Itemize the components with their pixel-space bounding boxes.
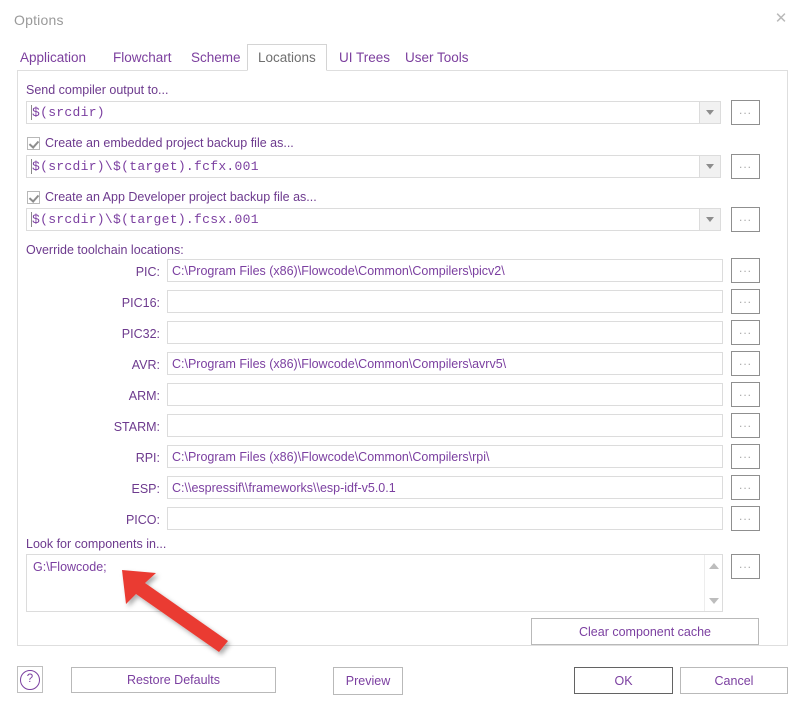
ok-button[interactable]: OK <box>574 667 673 694</box>
toolchain-label-pic32: PIC32: <box>60 327 160 341</box>
components-textarea-value[interactable]: G:\Flowcode; <box>27 555 705 611</box>
compiler-output-browse-button[interactable]: ... <box>731 100 760 125</box>
toolchain-input-rpi[interactable]: C:\Program Files (x86)\Flowcode\Common\C… <box>167 445 723 468</box>
appdev-backup-checkbox[interactable]: Create an App Developer project backup f… <box>27 190 317 204</box>
toolchain-browse-pico[interactable]: ... <box>731 506 760 531</box>
components-label: Look for components in... <box>26 537 166 551</box>
toolchain-browse-starm[interactable]: ... <box>731 413 760 438</box>
chevron-down-icon[interactable] <box>700 208 721 231</box>
toolchain-input-pic32[interactable] <box>167 321 723 344</box>
checkbox-indicator <box>27 137 40 150</box>
components-scrollbar[interactable] <box>704 555 722 611</box>
toolchain-input-avr[interactable]: C:\Program Files (x86)\Flowcode\Common\C… <box>167 352 723 375</box>
tab-user-tools[interactable]: User Tools <box>395 44 479 71</box>
toolchain-input-starm[interactable] <box>167 414 723 437</box>
toolchain-browse-pic32[interactable]: ... <box>731 320 760 345</box>
toolchain-label-avr: AVR: <box>60 358 160 372</box>
toolchain-browse-esp[interactable]: ... <box>731 475 760 500</box>
tab-strip: Application Flowchart Scheme Locations U… <box>0 44 805 71</box>
clear-component-cache-button[interactable]: Clear component cache <box>531 618 759 645</box>
tab-ui-trees[interactable]: UI Trees <box>329 44 400 71</box>
title-bar: Options ✕ <box>0 0 805 38</box>
toolchain-browse-pic16[interactable]: ... <box>731 289 760 314</box>
appdev-backup-input[interactable]: $(srcdir)\$(target).fcsx.001 <box>26 208 700 231</box>
embedded-backup-browse-button[interactable]: ... <box>731 154 760 179</box>
tab-locations[interactable]: Locations <box>247 44 327 71</box>
toolchain-label-pic: PIC: <box>60 265 160 279</box>
triangle-up-icon[interactable] <box>705 558 722 573</box>
components-browse-button[interactable]: ... <box>731 554 760 579</box>
window-title: Options <box>14 12 64 28</box>
toolchain-browse-arm[interactable]: ... <box>731 382 760 407</box>
toolchain-input-pico[interactable] <box>167 507 723 530</box>
toolchains-label: Override toolchain locations: <box>26 243 184 257</box>
close-icon[interactable]: ✕ <box>765 5 797 31</box>
toolchain-label-pic16: PIC16: <box>60 296 160 310</box>
toolchain-label-rpi: RPI: <box>60 451 160 465</box>
toolchain-input-pic[interactable]: C:\Program Files (x86)\Flowcode\Common\C… <box>167 259 723 282</box>
cancel-button[interactable]: Cancel <box>680 667 788 694</box>
chevron-down-icon[interactable] <box>700 155 721 178</box>
compiler-output-label: Send compiler output to... <box>26 83 168 97</box>
appdev-backup-label: Create an App Developer project backup f… <box>45 190 317 204</box>
toolchain-browse-rpi[interactable]: ... <box>731 444 760 469</box>
toolchain-label-esp: ESP: <box>60 482 160 496</box>
embedded-backup-checkbox[interactable]: Create an embedded project backup file a… <box>27 136 294 150</box>
toolchain-label-arm: ARM: <box>60 389 160 403</box>
checkbox-indicator <box>27 191 40 204</box>
tab-scheme[interactable]: Scheme <box>181 44 251 71</box>
preview-button[interactable]: Preview <box>333 667 403 695</box>
toolchain-browse-avr[interactable]: ... <box>731 351 760 376</box>
help-button[interactable]: ? <box>17 666 43 693</box>
toolchain-label-starm: STARM: <box>60 420 160 434</box>
embedded-backup-input[interactable]: $(srcdir)\$(target).fcfx.001 <box>26 155 700 178</box>
tab-flowchart[interactable]: Flowchart <box>103 44 182 71</box>
toolchain-input-esp[interactable]: C:\\espressif\\frameworks\\esp-idf-v5.0.… <box>167 476 723 499</box>
toolchain-browse-pic[interactable]: ... <box>731 258 760 283</box>
toolchain-input-arm[interactable] <box>167 383 723 406</box>
tab-application[interactable]: Application <box>10 44 96 71</box>
toolchain-input-pic16[interactable] <box>167 290 723 313</box>
restore-defaults-button[interactable]: Restore Defaults <box>71 667 276 693</box>
compiler-output-input[interactable]: $(srcdir) <box>26 101 700 124</box>
triangle-down-icon[interactable] <box>705 593 722 608</box>
toolchain-label-pico: PICO: <box>60 513 160 527</box>
appdev-backup-browse-button[interactable]: ... <box>731 207 760 232</box>
chevron-down-icon[interactable] <box>700 101 721 124</box>
question-mark-icon: ? <box>20 670 40 690</box>
components-textarea[interactable]: G:\Flowcode; <box>26 554 723 612</box>
embedded-backup-label: Create an embedded project backup file a… <box>45 136 294 150</box>
